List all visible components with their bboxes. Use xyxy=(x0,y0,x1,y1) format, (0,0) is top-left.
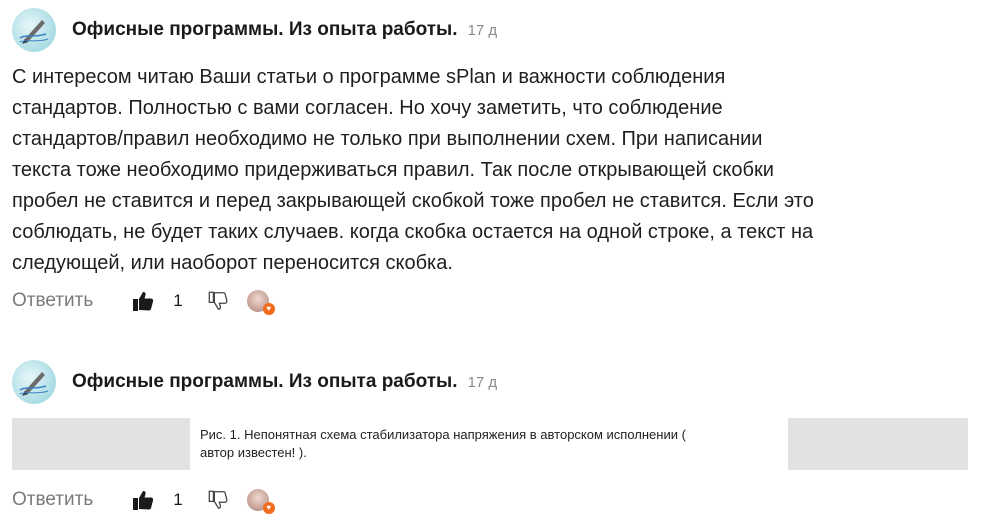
image-caption: Рис. 1. Непонятная схема стабилизатора н… xyxy=(200,426,780,462)
like-count: 1 xyxy=(173,490,183,509)
pen-logo-icon xyxy=(19,372,49,396)
like-count: 1 xyxy=(173,291,183,310)
reply-button[interactable]: Ответить xyxy=(12,290,93,312)
comment: Офисные программы. Из опыта работы. 17 д… xyxy=(0,0,994,330)
heart-icon: ♥ xyxy=(262,502,275,514)
comment-header: Офисные программы. Из опыта работы. 17 д xyxy=(12,8,497,52)
caption-line: Рис. 1. Непонятная схема стабилизатора н… xyxy=(200,427,686,442)
comment-time: 17 д xyxy=(467,373,498,391)
comment-actions: Ответить 1 ♥ xyxy=(12,485,275,515)
thumbs-down-outline-icon[interactable] xyxy=(207,290,229,312)
thumbs-up-filled-icon[interactable] xyxy=(131,488,155,512)
author-avatar[interactable] xyxy=(12,8,56,52)
heart-icon: ♥ xyxy=(262,303,275,315)
pen-logo-icon xyxy=(19,20,49,44)
comment: Офисные программы. Из опыта работы. 17 д… xyxy=(0,352,994,532)
thumbs-down-outline-icon[interactable] xyxy=(207,489,229,511)
author-avatar[interactable] xyxy=(12,360,56,404)
reactor-avatar[interactable]: ♥ xyxy=(246,487,275,514)
comment-time: 17 д xyxy=(467,21,498,39)
comment-text: С интересом читаю Ваши статьи о программ… xyxy=(12,66,814,274)
attached-image[interactable]: Рис. 1. Непонятная схема стабилизатора н… xyxy=(12,418,968,470)
author-name[interactable]: Офисные программы. Из опыта работы. xyxy=(72,371,458,393)
author-name[interactable]: Офисные программы. Из опыта работы. xyxy=(72,19,458,41)
comment-header: Офисные программы. Из опыта работы. 17 д xyxy=(12,360,497,404)
thumbs-up-filled-icon[interactable] xyxy=(131,289,155,313)
comment-actions: Ответить 1 ♥ xyxy=(12,286,275,316)
image-placeholder-left xyxy=(12,418,190,470)
reactor-avatar[interactable]: ♥ xyxy=(246,288,275,315)
image-placeholder-right xyxy=(788,418,968,470)
reply-button[interactable]: Ответить xyxy=(12,489,93,511)
caption-line: автор известен! ). xyxy=(200,445,307,460)
